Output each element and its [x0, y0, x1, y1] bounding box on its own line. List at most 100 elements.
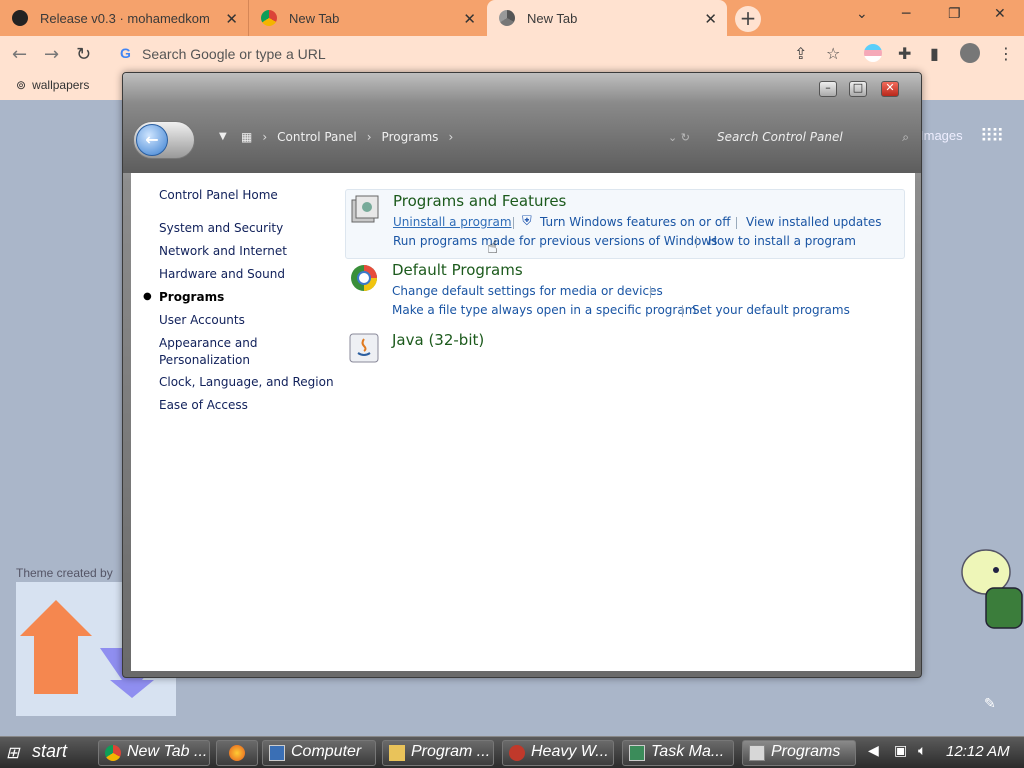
github-icon — [12, 10, 28, 26]
cp-search-placeholder: Search Control Panel — [717, 130, 843, 144]
omnibox[interactable]: G Search Google or type a URL — [112, 40, 852, 68]
sidepanel-icon[interactable]: ▮ — [930, 44, 939, 63]
mouse-cursor-icon: ☝ — [487, 237, 498, 258]
link-windows-features[interactable]: Turn Windows features on or off — [540, 215, 731, 229]
section-title[interactable]: Default Programs — [392, 261, 523, 279]
back-icon[interactable]: ← — [12, 44, 27, 65]
recent-pages-chevron-icon[interactable]: ▼ — [219, 131, 227, 142]
tab-new-active[interactable]: New Tab ✕ — [487, 0, 727, 36]
taskbar: ⊞ start New Tab ... Computer Program ...… — [0, 736, 1024, 768]
back-arrow-icon[interactable]: ← — [136, 124, 168, 156]
tab-search-chevron-icon[interactable]: ⌄ — [856, 6, 868, 22]
share-icon[interactable]: ⇪ — [794, 44, 807, 63]
sidebar-item-system-security[interactable]: System and Security — [159, 220, 283, 237]
folder-icon — [389, 745, 405, 761]
section-programs-features: Programs and Features Uninstall a progra… — [345, 189, 905, 259]
bookmark-icon: ⊚ — [16, 78, 27, 92]
apps-grid-icon[interactable]: ⠿⠿ — [980, 126, 1004, 147]
sidebar-item-home[interactable]: Control Panel Home — [159, 187, 278, 204]
cp-back-forward[interactable]: ← — [133, 121, 195, 159]
task-program-folder[interactable]: Program ... — [382, 740, 494, 766]
tab-close-icon[interactable]: ✕ — [463, 10, 476, 28]
tab-close-icon[interactable]: ✕ — [225, 10, 238, 28]
link-how-to-install[interactable]: How to install a program — [708, 234, 856, 248]
firefox-icon — [229, 745, 245, 761]
browser-toolbar: ← → ↻ G Search Google or type a URL ⇪ ☆ … — [0, 36, 1024, 72]
shield-icon: ⛨ — [522, 214, 532, 229]
browser-tabstrip: Release v0.3 · mohamedkomal... ✕ New Tab… — [0, 0, 1024, 36]
cp-sidebar: Control Panel Home System and Security N… — [131, 173, 341, 671]
cp-close-button[interactable]: ✕ — [881, 81, 899, 97]
tab-new-1[interactable]: New Tab ✕ — [248, 0, 486, 36]
chrome-icon — [105, 745, 121, 761]
link-uninstall-program[interactable]: Uninstall a program — [393, 215, 512, 229]
link-file-type-open[interactable]: Make a file type always open in a specif… — [392, 303, 696, 317]
cp-search-box[interactable]: Search Control Panel ⌕ — [717, 130, 913, 144]
search-icon[interactable]: ⌕ — [902, 130, 909, 145]
close-icon[interactable]: ✕ — [994, 6, 1006, 22]
windows-flag-icon: ⊞ — [6, 745, 20, 762]
extension-flag-icon[interactable] — [864, 44, 882, 62]
task-programs[interactable]: Programs — [742, 740, 856, 766]
tab-title: New Tab — [527, 10, 578, 26]
new-tab-button[interactable]: + — [735, 6, 761, 32]
tab-title: New Tab — [289, 10, 340, 26]
heavy-weapon-icon — [509, 745, 525, 761]
menu-icon[interactable]: ⋮ — [998, 44, 1014, 63]
sidebar-item-ease-access[interactable]: Ease of Access — [159, 397, 248, 414]
control-panel-icon — [749, 745, 765, 761]
sidebar-item-programs[interactable]: Programs — [159, 289, 224, 306]
peridot-character-image — [956, 548, 1024, 642]
task-computer[interactable]: Computer — [262, 740, 376, 766]
tray-expand-icon[interactable]: ◀ — [868, 743, 879, 759]
current-bullet-icon: ● — [143, 291, 152, 302]
tab-release[interactable]: Release v0.3 · mohamedkomal... ✕ — [0, 0, 248, 36]
task-firefox[interactable] — [216, 740, 258, 766]
section-title[interactable]: Java (32-bit) — [392, 331, 484, 349]
link-change-default-media[interactable]: Change default settings for media or dev… — [392, 284, 663, 298]
puzzle-icon[interactable]: ✚ — [898, 44, 911, 63]
task-task-manager[interactable]: Task Ma... — [622, 740, 734, 766]
breadcrumb: ▦ › Control Panel › Programs › — [241, 130, 454, 144]
sidebar-item-clock[interactable]: Clock, Language, and Region — [159, 374, 334, 391]
task-heavy-weapon[interactable]: Heavy W... — [502, 740, 614, 766]
restore-icon[interactable]: ❐ — [948, 6, 961, 22]
link-set-default-programs[interactable]: Set your default programs — [692, 303, 850, 317]
section-default-programs: Default Programs Change default settings… — [345, 259, 905, 319]
omnibox-placeholder: Search Google or type a URL — [142, 46, 326, 62]
start-button[interactable]: ⊞ start — [0, 737, 90, 768]
forward-icon[interactable]: → — [44, 44, 59, 65]
address-dropdown-icon[interactable]: ⌄ ↻ — [668, 131, 690, 144]
task-new-tab[interactable]: New Tab ... — [98, 740, 210, 766]
link-run-old-programs[interactable]: Run programs made for previous versions … — [393, 234, 717, 248]
customize-pencil-icon[interactable]: ✎ — [984, 696, 996, 712]
sidebar-item-hardware[interactable]: Hardware and Sound — [159, 266, 285, 283]
sidebar-item-appearance[interactable]: Appearance and Personalization — [159, 335, 269, 369]
star-icon[interactable]: ☆ — [826, 44, 840, 63]
sidebar-item-user-accounts[interactable]: User Accounts — [159, 312, 245, 329]
section-java: Java (32-bit) — [345, 329, 905, 369]
reload-icon[interactable]: ↻ — [76, 44, 91, 65]
breadcrumb-control-panel[interactable]: Control Panel — [277, 130, 357, 144]
clock[interactable]: 12:12 AM — [946, 743, 1010, 760]
profile-icon[interactable] — [960, 43, 980, 63]
java-icon — [349, 333, 379, 363]
tab-close-icon[interactable]: ✕ — [704, 10, 717, 28]
cp-maximize-button[interactable]: □ — [849, 81, 867, 97]
minimize-icon[interactable]: ─ — [902, 6, 910, 22]
network-icon[interactable]: ▣ — [894, 743, 907, 759]
sidebar-item-network[interactable]: Network and Internet — [159, 243, 287, 260]
computer-icon — [269, 745, 285, 761]
theme-credit: Theme created by — [16, 566, 113, 580]
volume-icon[interactable]: 🔈︎ — [918, 743, 926, 759]
cp-minimize-button[interactable]: – — [819, 81, 837, 97]
google-icon: G — [120, 45, 131, 61]
breadcrumb-programs[interactable]: Programs — [382, 130, 439, 144]
programs-features-icon — [351, 195, 379, 223]
tab-title: Release v0.3 · mohamedkomal... — [40, 10, 210, 26]
images-link[interactable]: Images — [920, 128, 963, 143]
section-title[interactable]: Programs and Features — [393, 192, 566, 210]
bookmark-wallpapers[interactable]: ⊚ wallpapers — [16, 78, 89, 92]
link-installed-updates[interactable]: View installed updates — [746, 215, 882, 229]
control-panel-window: – □ ✕ ← ▼ ▦ › Control Panel › Programs ›… — [122, 72, 922, 678]
